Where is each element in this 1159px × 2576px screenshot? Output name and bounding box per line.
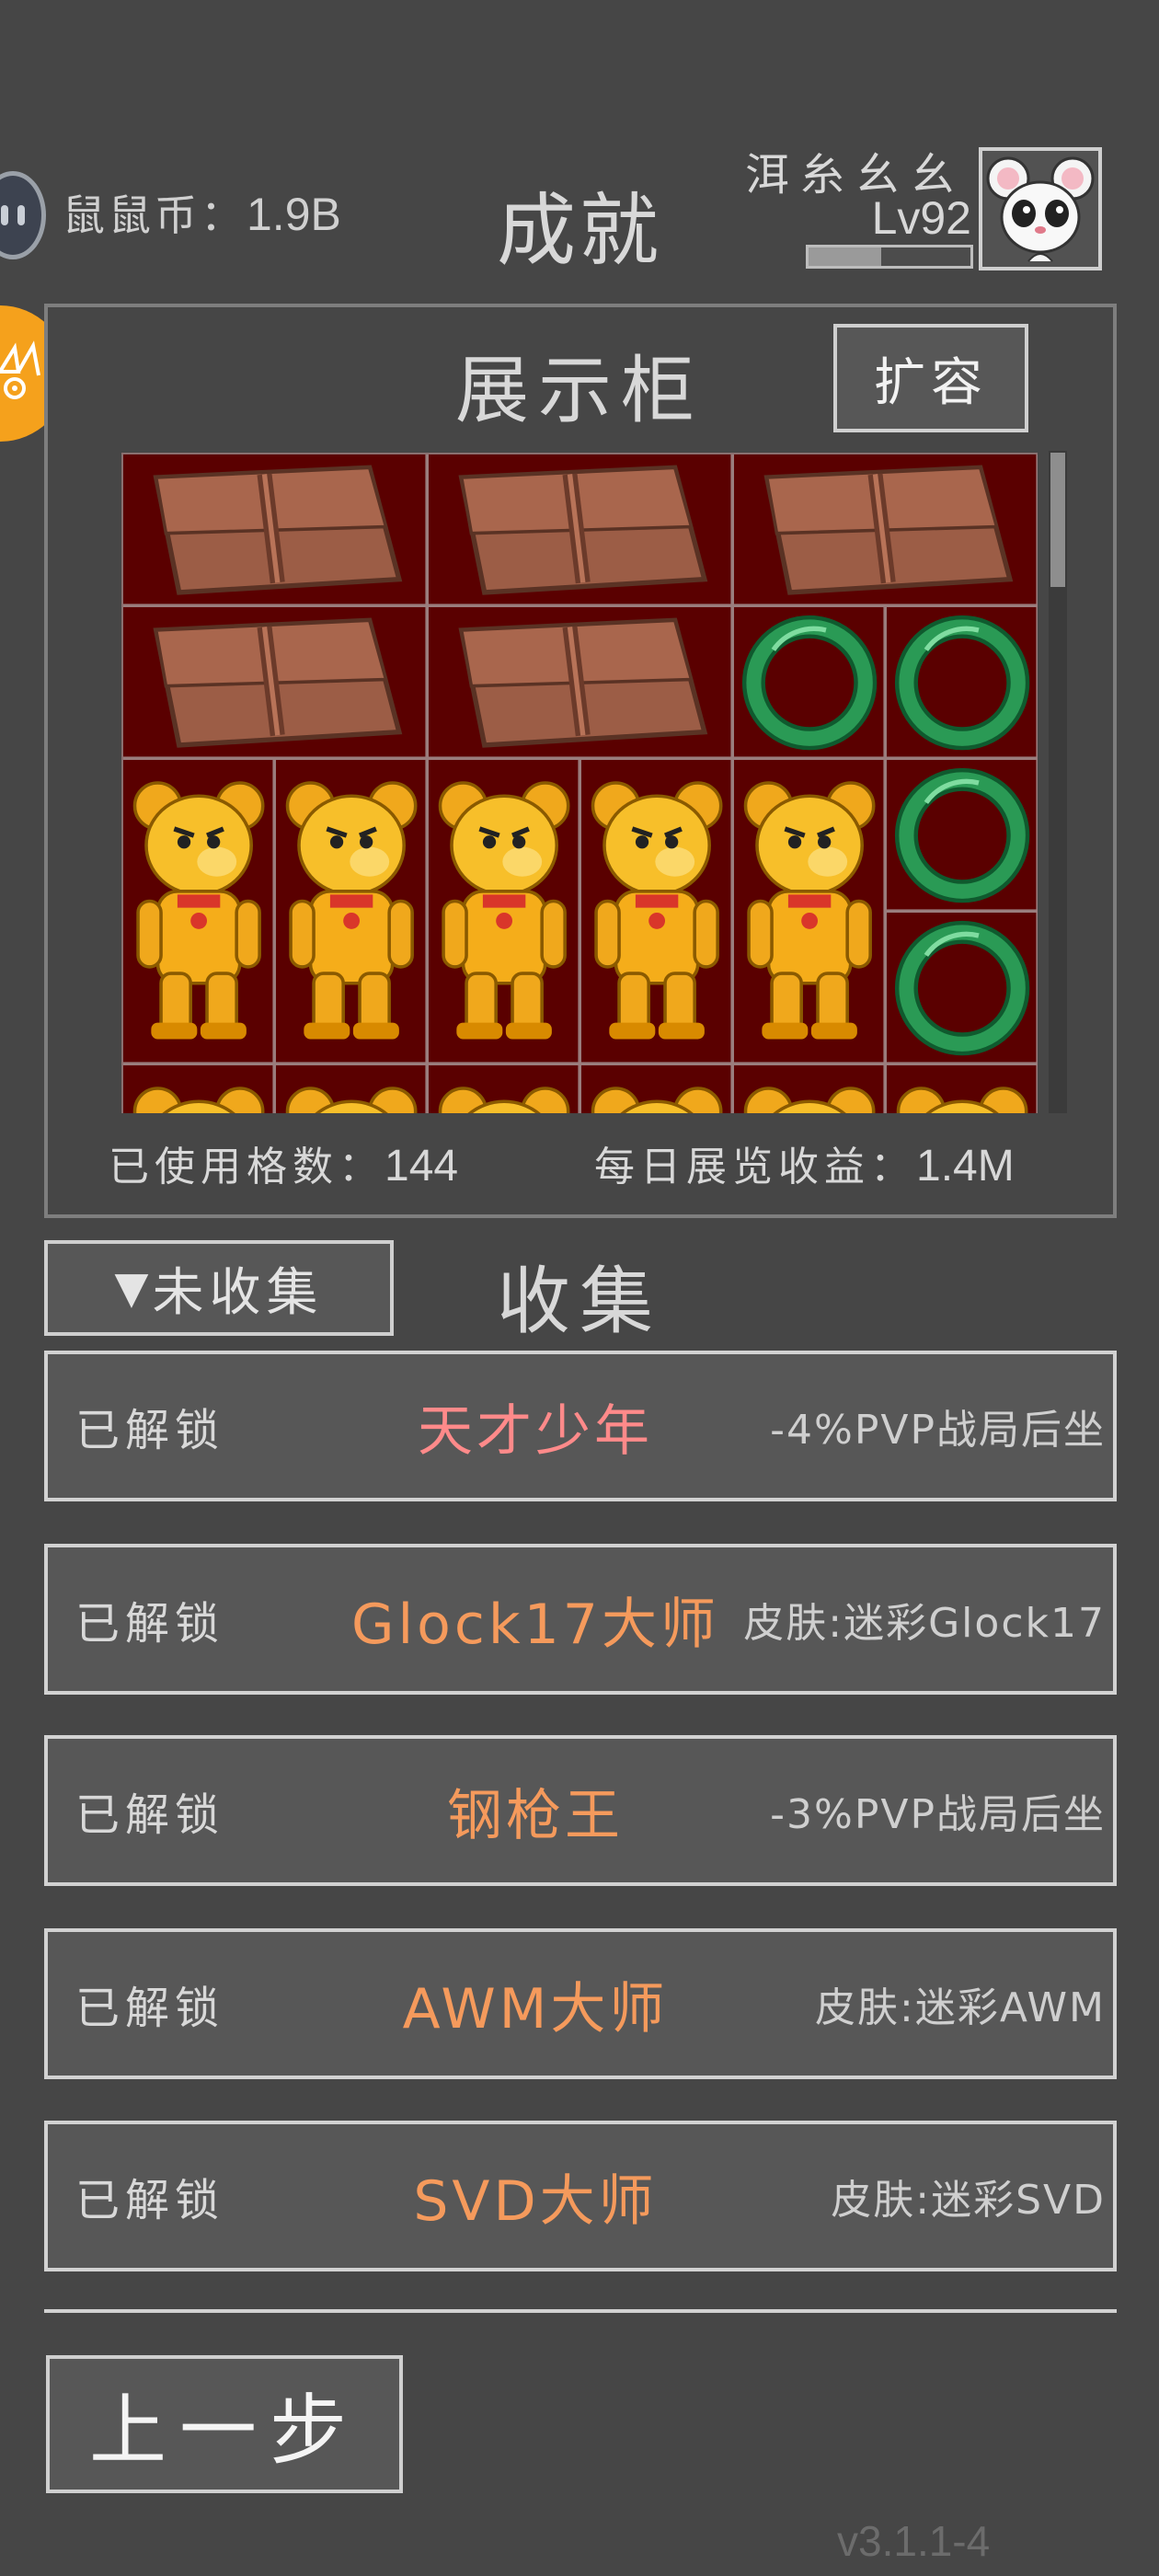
achievement-reward: 皮肤:迷彩AWM bbox=[815, 1984, 1106, 2031]
showcase-slot[interactable] bbox=[276, 760, 429, 1065]
achievement-reward: 皮肤:迷彩Glock17 bbox=[743, 1600, 1106, 1647]
achievement-reward: -3%PVP战局后坐 bbox=[770, 1791, 1106, 1838]
used-slots-stat: 已使用格数：144 bbox=[109, 1133, 458, 1192]
golden-bear-icon bbox=[437, 1087, 569, 1113]
dropdown-arrow-icon: ▼ bbox=[114, 1262, 149, 1314]
showcase-slot[interactable] bbox=[887, 913, 1038, 1065]
used-slots-value: 144 bbox=[384, 1142, 459, 1190]
jade-bangle-icon bbox=[741, 615, 877, 750]
jade-bangle-icon bbox=[894, 615, 1029, 750]
showcase-grid[interactable] bbox=[121, 453, 1038, 1113]
golden-bear-icon bbox=[132, 781, 264, 1040]
achievement-row[interactable]: 已解锁 天才少年 -4%PVP战局后坐 bbox=[44, 1351, 1117, 1501]
back-button[interactable]: 上一步 bbox=[46, 2355, 403, 2493]
leather-wallet-icon bbox=[458, 616, 708, 747]
golden-bear-icon bbox=[590, 1087, 722, 1113]
achievement-status: 已解锁 bbox=[75, 1405, 225, 1456]
showcase-slot[interactable] bbox=[429, 1065, 581, 1113]
showcase-grid-content bbox=[123, 454, 1038, 1113]
filter-label: 未收集 bbox=[152, 1262, 324, 1323]
golden-bear-icon bbox=[284, 1087, 417, 1113]
achievement-status: 已解锁 bbox=[75, 1598, 225, 1650]
achievement-row[interactable]: 已解锁 钢枪王 -3%PVP战局后坐 bbox=[44, 1735, 1117, 1886]
showcase-scrollbar[interactable] bbox=[1049, 451, 1067, 1113]
showcase-slot[interactable] bbox=[123, 1065, 276, 1113]
achievement-status: 已解锁 bbox=[75, 1789, 225, 1841]
achievement-row-clipped bbox=[44, 2309, 1117, 2317]
showcase-slot[interactable] bbox=[123, 607, 429, 760]
scrollbar-thumb[interactable] bbox=[1050, 453, 1065, 587]
page-title: 成就 bbox=[497, 185, 662, 277]
showcase-slot[interactable] bbox=[734, 607, 887, 760]
achievement-name: 钢枪王 bbox=[447, 1783, 624, 1848]
currency-display: 鼠鼠币：1.9B bbox=[63, 182, 341, 243]
golden-bear-icon bbox=[284, 781, 417, 1040]
avatar[interactable] bbox=[979, 147, 1102, 270]
showcase-title: 展示柜 bbox=[455, 348, 704, 433]
version-label: v3.1.1-4 bbox=[837, 2517, 991, 2565]
leather-wallet-icon bbox=[763, 464, 1014, 594]
currency-value: 1.9B bbox=[247, 189, 341, 240]
showcase-slot[interactable] bbox=[887, 607, 1038, 760]
showcase-slot[interactable] bbox=[581, 760, 734, 1065]
coin-icon bbox=[0, 171, 46, 259]
achievement-row[interactable]: 已解锁 Glock17大师 皮肤:迷彩Glock17 bbox=[44, 1544, 1117, 1695]
leather-wallet-icon bbox=[458, 464, 708, 594]
player-level: Lv92 bbox=[871, 192, 971, 244]
jade-bangle-icon bbox=[894, 920, 1029, 1055]
golden-bear-icon bbox=[895, 1087, 1027, 1113]
leather-wallet-icon bbox=[153, 616, 403, 747]
showcase-slot[interactable] bbox=[276, 1065, 429, 1113]
achievement-name: 天才少年 bbox=[418, 1398, 653, 1464]
expand-button[interactable]: 扩容 bbox=[833, 324, 1028, 432]
panda-mouse-avatar-icon bbox=[986, 156, 1095, 262]
daily-income-value: 1.4M bbox=[916, 1142, 1015, 1190]
showcase-slot[interactable] bbox=[734, 760, 887, 1065]
golden-bear-icon bbox=[742, 781, 875, 1040]
achievement-status: 已解锁 bbox=[75, 1983, 225, 2034]
golden-bear-icon bbox=[590, 781, 722, 1040]
xp-bar-fill bbox=[809, 247, 882, 266]
achievement-reward: -4%PVP战局后坐 bbox=[770, 1407, 1106, 1454]
showcase-slot[interactable] bbox=[123, 760, 276, 1065]
showcase-slot[interactable] bbox=[123, 454, 429, 607]
achievement-name: SVD大师 bbox=[413, 2168, 658, 2234]
currency-label: 鼠鼠币： bbox=[63, 190, 247, 240]
showcase-slot[interactable] bbox=[429, 607, 734, 760]
achievement-row[interactable]: 已解锁 SVD大师 皮肤:迷彩SVD bbox=[44, 2121, 1117, 2271]
showcase-slot[interactable] bbox=[734, 454, 1038, 607]
used-slots-label: 已使用格数： bbox=[109, 1144, 384, 1190]
achievement-reward: 皮肤:迷彩SVD bbox=[831, 2177, 1106, 2224]
golden-bear-icon bbox=[132, 1087, 264, 1113]
achievement-name: AWM大师 bbox=[402, 1976, 669, 2041]
showcase-slot[interactable] bbox=[887, 760, 1038, 913]
showcase-slot[interactable] bbox=[887, 1065, 1038, 1113]
xp-bar bbox=[806, 245, 973, 269]
showcase-slot[interactable] bbox=[734, 1065, 887, 1113]
leather-wallet-icon bbox=[153, 464, 403, 594]
showcase-slot[interactable] bbox=[429, 454, 734, 607]
achievement-status: 已解锁 bbox=[75, 2175, 225, 2226]
golden-bear-icon bbox=[437, 781, 569, 1040]
collection-title: 收集 bbox=[497, 1259, 662, 1344]
golden-bear-icon bbox=[742, 1087, 875, 1113]
achievement-name: Glock17大师 bbox=[351, 1592, 719, 1657]
achievement-row[interactable]: 已解锁 AWM大师 皮肤:迷彩AWM bbox=[44, 1928, 1117, 2079]
daily-income-stat: 每日展览收益：1.4M bbox=[594, 1133, 1015, 1192]
daily-income-label: 每日展览收益： bbox=[594, 1144, 916, 1190]
uncollected-filter-button[interactable]: ▼ 未收集 bbox=[44, 1240, 394, 1336]
event-badge-glyph bbox=[0, 340, 40, 399]
showcase-slot[interactable] bbox=[581, 1065, 734, 1113]
jade-bangle-icon bbox=[894, 767, 1029, 903]
showcase-slot[interactable] bbox=[429, 760, 581, 1065]
